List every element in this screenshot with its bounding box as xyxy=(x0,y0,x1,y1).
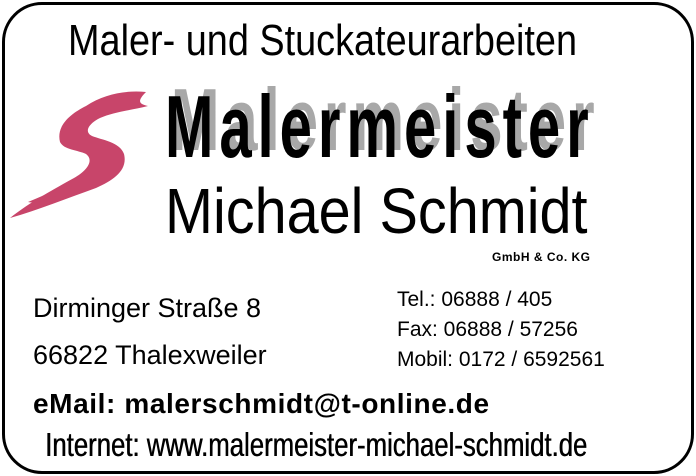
logo-title: Malermeister xyxy=(165,77,595,176)
legal-form: GmbH & Co. KG xyxy=(492,250,591,264)
brush-s-logo-icon xyxy=(10,91,148,218)
city-address: 66822 Thalexweiler xyxy=(33,340,267,370)
fax: Fax: 06888 / 57256 xyxy=(397,318,578,341)
mobile: Mobil: 0172 / 6592561 xyxy=(397,348,605,371)
company-name: Michael Schmidt xyxy=(165,175,588,247)
tagline: Maler- und Stuckateurarbeiten xyxy=(68,16,578,65)
website-link[interactable]: Internet: www.malermeister-michael-schmi… xyxy=(45,426,587,464)
telephone: Tel.: 06888 / 405 xyxy=(397,288,553,311)
email-link[interactable]: eMail: malerschmidt@t-online.de xyxy=(33,388,490,420)
street-address: Dirminger Straße 8 xyxy=(33,293,262,323)
